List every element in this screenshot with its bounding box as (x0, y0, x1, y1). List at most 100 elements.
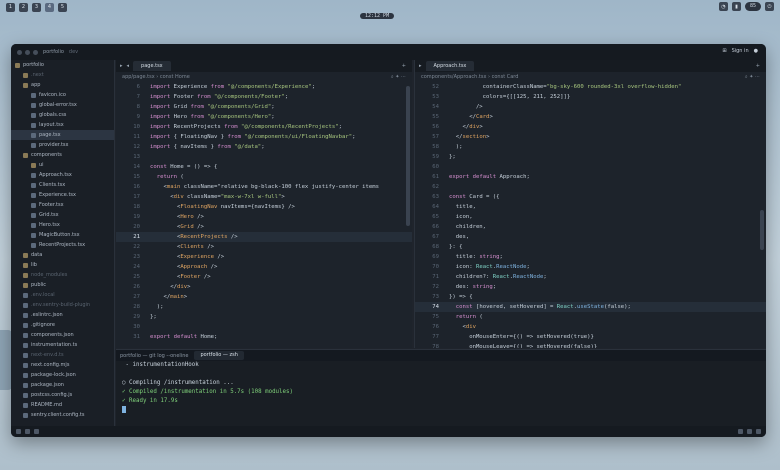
code-line[interactable]: 65 icon, (415, 212, 766, 222)
code-line[interactable]: 52 containerClassName="bg-sky-600 rounde… (415, 82, 766, 92)
extensions-icon[interactable]: ⊞ (722, 48, 726, 54)
code-line[interactable]: 13 (116, 152, 412, 162)
code-line[interactable]: 76 <div (415, 322, 766, 332)
file-item[interactable]: .eslintrc.json (11, 310, 114, 320)
code-line[interactable]: 20 <Grid /> (116, 222, 412, 232)
file-item[interactable]: globals.css (11, 110, 114, 120)
file-item[interactable]: .env.sentry-build-plugin (11, 300, 114, 310)
file-item[interactable]: sentry.client.config.ts (11, 410, 114, 420)
wifi-icon[interactable]: ◔ (718, 2, 728, 11)
code-line[interactable]: 8 import Grid from "@/components/Grid"; (116, 102, 412, 112)
panel-toggle-icon[interactable] (16, 429, 21, 434)
workspace-button[interactable]: 3 (32, 2, 41, 12)
workspace-button[interactable]: 5 (58, 2, 67, 12)
code-line[interactable]: 59}; (415, 152, 766, 162)
code-line[interactable]: 21 <RecentProjects /> (116, 232, 412, 242)
account-icon[interactable]: ● (754, 48, 758, 54)
file-item[interactable]: next.config.mjs (11, 360, 114, 370)
sign-in-button[interactable]: Sign in (732, 48, 749, 54)
code-line[interactable]: 64 title, (415, 202, 766, 212)
code-line[interactable]: 77 onMouseEnter={() => setHovered(true)} (415, 332, 766, 342)
file-item[interactable]: global-error.tsx (11, 100, 114, 110)
code-line[interactable]: 68}: { (415, 242, 766, 252)
terminal-tab[interactable]: portfolio — zsh (194, 351, 244, 360)
code-line[interactable]: 23 <Experience /> (116, 252, 412, 262)
assistant-icon[interactable] (747, 429, 752, 434)
file-item[interactable]: .gitignore (11, 320, 114, 330)
code-line[interactable]: 25 <Footer /> (116, 272, 412, 282)
tab-approach-tsx[interactable]: Approach.tsx (425, 61, 475, 71)
file-item[interactable]: MagicButton.tsx (11, 230, 114, 240)
code-line[interactable]: 7 import Footer from "@/components/Footer… (116, 92, 412, 102)
scrollbar[interactable] (760, 210, 764, 250)
folder-item[interactable]: lib (11, 260, 114, 270)
code-line[interactable]: 70 icon: React.ReactNode; (415, 262, 766, 272)
code-line[interactable]: 72 des: string; (415, 282, 766, 292)
code-line[interactable]: 12 import { navItems } from "@/data"; (116, 142, 412, 152)
code-line[interactable]: 74 const [hovered, setHovered] = React.u… (415, 302, 766, 312)
code-line[interactable]: 57 </section> (415, 132, 766, 142)
file-item[interactable]: Grid.tsx (11, 210, 114, 220)
code-line[interactable]: 61 export default Approach; (415, 172, 766, 182)
folder-item[interactable]: app (11, 80, 114, 90)
code-line[interactable]: 15 return ( (116, 172, 412, 182)
file-item[interactable]: README.md (11, 400, 114, 410)
workspace-button[interactable]: 4 (45, 2, 54, 12)
project-branch[interactable]: dev (69, 49, 78, 55)
code-editor[interactable]: 6 import Experience from "@/components/Ex… (116, 82, 412, 342)
notification-icon[interactable] (756, 429, 761, 434)
code-line[interactable]: 31 export default Home; (116, 332, 412, 342)
project-name[interactable]: portfolio (43, 49, 64, 55)
code-line[interactable]: 75 return ( (415, 312, 766, 322)
search-icon[interactable]: ⌕ ✦ ⋯ (745, 72, 760, 82)
code-line[interactable]: 26 </div> (116, 282, 412, 292)
code-editor[interactable]: 52 containerClassName="bg-sky-600 rounde… (415, 82, 766, 348)
search-icon[interactable]: ⌕ ✦ ⋯ (391, 72, 406, 82)
terminal-tab[interactable]: portfolio — git log --oneline (120, 353, 188, 359)
code-line[interactable]: 30 (116, 322, 412, 332)
breadcrumb-text[interactable]: app/page.tsx › const Home (122, 72, 190, 82)
code-line[interactable]: 18 <FloatingNav navItems={navItems} /> (116, 202, 412, 212)
terminal-output[interactable]: - instrumentationHook ○ Compiling /instru… (116, 361, 766, 406)
folder-item[interactable]: node_modules (11, 270, 114, 280)
code-line[interactable]: 14 const Home = () => { (116, 162, 412, 172)
power-icon[interactable]: ⏻ (765, 2, 774, 11)
scrollbar[interactable] (406, 86, 410, 226)
workspace-button[interactable]: 1 (6, 2, 15, 12)
maximize-window-button[interactable] (33, 49, 38, 55)
clock[interactable]: 12:12 PM (360, 13, 395, 19)
minimize-window-button[interactable] (25, 49, 30, 55)
close-window-button[interactable] (17, 49, 22, 55)
code-line[interactable]: 71 children?: React.ReactNode; (415, 272, 766, 282)
file-item[interactable]: Clients.tsx (11, 180, 114, 190)
code-line[interactable]: 55 </Card> (415, 112, 766, 122)
code-line[interactable]: 53 colors={[[125, 211, 252]]} (415, 92, 766, 102)
code-line[interactable]: 78 onMouseLeave={() => setHovered(false)… (415, 342, 766, 348)
code-line[interactable]: 29}; (116, 312, 412, 322)
diagnostics-icon[interactable] (34, 429, 39, 434)
search-icon[interactable] (25, 429, 30, 434)
code-line[interactable]: 19 <Hero /> (116, 212, 412, 222)
file-item[interactable]: Hero.tsx (11, 220, 114, 230)
code-line[interactable]: 28 ); (116, 302, 412, 312)
tab-page-tsx[interactable]: page.tsx (133, 61, 171, 71)
file-item[interactable]: next-env.d.ts (11, 350, 114, 360)
folder-item[interactable]: .next (11, 70, 114, 80)
file-item[interactable]: package-lock.json (11, 370, 114, 380)
code-line[interactable]: 62 (415, 182, 766, 192)
code-line[interactable]: 56 </div> (415, 122, 766, 132)
code-line[interactable]: 9 import Hero from "@/components/Hero"; (116, 112, 412, 122)
file-item[interactable]: Approach.tsx (11, 170, 114, 180)
add-tab-icon[interactable]: + (756, 63, 760, 69)
code-line[interactable]: 69 title: string; (415, 252, 766, 262)
folder-item[interactable]: data (11, 250, 114, 260)
battery-icon[interactable]: ▮ (731, 2, 741, 11)
folder-item[interactable]: components (11, 150, 114, 160)
code-line[interactable]: 11 import { FloatingNav } from "@/compone… (116, 132, 412, 142)
folder-item[interactable]: ui (11, 160, 114, 170)
file-item[interactable]: components.json (11, 330, 114, 340)
add-tab-icon[interactable]: + (402, 63, 406, 69)
terminal-icon[interactable] (738, 429, 743, 434)
file-item[interactable]: RecentProjects.tsx (11, 240, 114, 250)
code-line[interactable]: 60 (415, 162, 766, 172)
